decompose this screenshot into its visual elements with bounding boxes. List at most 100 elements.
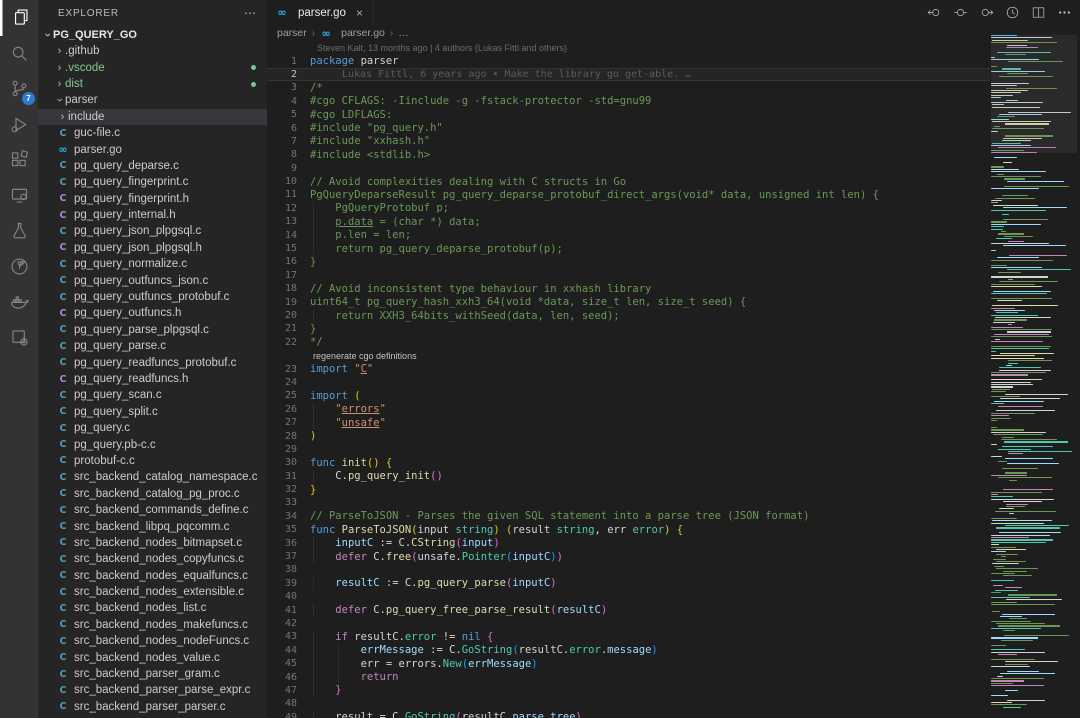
codelens-row[interactable]: regenerate cgo definitions [267,349,990,362]
split-editor-icon[interactable] [1031,5,1046,20]
testing-icon[interactable] [0,213,38,249]
code-line-9[interactable]: 9 [267,162,990,175]
tree-item-protobuf-c-c[interactable]: Cprotobuf-c.c [38,453,267,469]
code-line-19[interactable]: 19uint64_t pg_query_hash_xxh3_64(void *d… [267,295,990,308]
code-line-48[interactable]: 48 [267,697,990,710]
tree-item-src-backend-nodes-nodefuncs-c[interactable]: Csrc_backend_nodes_nodeFuncs.c [38,633,267,649]
extensions-icon[interactable] [0,142,38,178]
code-line-8[interactable]: 8#include <stdlib.h> [267,148,990,161]
code-line-33[interactable]: 33 [267,496,990,509]
minimap[interactable] [991,35,1077,718]
open-changes-icon[interactable] [953,5,968,20]
tree-item-src-backend-nodes-copyfuncs-c[interactable]: Csrc_backend_nodes_copyfuncs.c [38,551,267,567]
breadcrumb-symbol[interactable]: … [398,27,409,39]
breadcrumb-parser-go[interactable]: ∞ parser.go [320,27,385,40]
code-line-30[interactable]: 30func init() { [267,456,990,469]
dev-containers-icon[interactable] [0,320,38,356]
tree-item-pg-query-readfuncs-h[interactable]: Cpg_query_readfuncs.h [38,371,267,387]
code-line-7[interactable]: 7#include "xxhash.h" [267,135,990,148]
tree-item-src-backend-libpq-pqcomm-c[interactable]: Csrc_backend_libpq_pqcomm.c [38,518,267,534]
code-line-34[interactable]: 34// ParseToJSON - Parses the given SQL … [267,510,990,523]
code-line-11[interactable]: 11PgQueryDeparseResult pg_query_deparse_… [267,188,990,201]
codelens-link[interactable]: regenerate cgo definitions [313,351,417,361]
code-line-36[interactable]: 36 inputC := C.CString(input) [267,536,990,549]
run-and-debug-icon[interactable] [0,107,38,143]
tree-item-include[interactable]: ›include [38,109,267,125]
code-line-16[interactable]: 16} [267,255,990,268]
code-line-22[interactable]: 22*/ [267,336,990,349]
code-line-26[interactable]: 26 "errors" [267,403,990,416]
code-line-31[interactable]: 31 C.pg_query_init() [267,470,990,483]
tree-item-src-backend-nodes-value-c[interactable]: Csrc_backend_nodes_value.c [38,649,267,665]
code-line-27[interactable]: 27 "unsafe" [267,416,990,429]
code-line-29[interactable]: 29 [267,443,990,456]
code-line-6[interactable]: 6#include "pg_query.h" [267,121,990,134]
code-line-12[interactable]: 12 PgQueryProtobuf p; [267,202,990,215]
code-line-23[interactable]: 23import "C" [267,362,990,375]
docker-icon[interactable] [0,284,38,320]
tree-item-pg-query-scan-c[interactable]: Cpg_query_scan.c [38,387,267,403]
code-line-47[interactable]: 47 } [267,684,990,697]
tree-item-pg-query-c[interactable]: Cpg_query.c [38,420,267,436]
code-line-39[interactable]: 39 resultC := C.pg_query_parse(inputC) [267,577,990,590]
tree-item-src-backend-parser-gram-c[interactable]: Csrc_backend_parser_gram.c [38,666,267,682]
tree-item-src-backend-parser-parse-expr-c[interactable]: Csrc_backend_parser_parse_expr.c [38,682,267,698]
code-line-21[interactable]: 21} [267,322,990,335]
breadcrumb-parser[interactable]: parser [277,27,307,39]
code-line-15[interactable]: 15 return pg_query_deparse_protobuf(p); [267,242,990,255]
tree-item-pg-query-internal-h[interactable]: Cpg_query_internal.h [38,207,267,223]
code-line-45[interactable]: 45 err = errors.New(errMessage) [267,657,990,670]
explorer-more-actions-icon[interactable]: ⋯ [244,6,257,20]
tree-item-pg-query-pb-c-c[interactable]: Cpg_query.pb-c.c [38,436,267,452]
file-history-icon[interactable] [1005,5,1020,20]
code-editor[interactable]: Steven Kalt, 13 months ago | 4 authors (… [267,41,990,718]
tree-item-src-backend-catalog-namespace-c[interactable]: Csrc_backend_catalog_namespace.c [38,469,267,485]
code-line-49[interactable]: 49 result = C.GoString(resultC.parse_tre… [267,711,990,718]
tree-item-src-backend-nodes-equalfuncs-c[interactable]: Csrc_backend_nodes_equalfuncs.c [38,568,267,584]
minimap-slider[interactable] [991,35,1077,153]
tree-item-pg-query-outfuncs-protobuf-c[interactable]: Cpg_query_outfuncs_protobuf.c [38,289,267,305]
code-line-18[interactable]: 18// Avoid inconsistent type behaviour i… [267,282,990,295]
tree-item-src-backend-parser-parser-c[interactable]: Csrc_backend_parser_parser.c [38,699,267,715]
code-line-10[interactable]: 10// Avoid complexities dealing with C s… [267,175,990,188]
tree-item-src-backend-nodes-bitmapset-c[interactable]: Csrc_backend_nodes_bitmapset.c [38,535,267,551]
open-changes-previous-icon[interactable] [927,5,942,20]
close-icon[interactable]: × [356,8,363,18]
tree-item-src-backend-nodes-makefuncs-c[interactable]: Csrc_backend_nodes_makefuncs.c [38,617,267,633]
code-line-37[interactable]: 37 defer C.free(unsafe.Pointer(inputC)) [267,550,990,563]
code-line-5[interactable]: 5#cgo LDFLAGS: [267,108,990,121]
tree-item-pg-query-json-plpgsql-c[interactable]: Cpg_query_json_plpgsql.c [38,223,267,239]
code-line-13[interactable]: 13 p.data = (char *) data; [267,215,990,228]
explorer-icon[interactable] [0,0,38,36]
tree-item--github[interactable]: ›.github [38,43,267,59]
tree-item-pg-query-split-c[interactable]: Cpg_query_split.c [38,404,267,420]
tree-item-src-backend-commands-define-c[interactable]: Csrc_backend_commands_define.c [38,502,267,518]
code-line-44[interactable]: 44 errMessage := C.GoString(resultC.erro… [267,644,990,657]
code-line-17[interactable]: 17 [267,269,990,282]
tab-parser-go[interactable]: ∞ parser.go × [267,0,373,25]
code-line-4[interactable]: 4#cgo CFLAGS: -Iinclude -g -fstack-prote… [267,95,990,108]
tree-item--vscode[interactable]: ›.vscode [38,59,267,75]
code-line-24[interactable]: 24 [267,376,990,389]
code-line-2[interactable]: 2Lukas Fittl, 6 years ago • Make the lib… [267,68,990,81]
tree-item-pg-query-deparse-c[interactable]: Cpg_query_deparse.c [38,158,267,174]
code-line-1[interactable]: 1package parser [267,54,990,67]
tree-item-pg-query-normalize-c[interactable]: Cpg_query_normalize.c [38,256,267,272]
tree-item-pg-query-fingerprint-h[interactable]: Cpg_query_fingerprint.h [38,191,267,207]
code-line-28[interactable]: 28) [267,429,990,442]
code-line-20[interactable]: 20 return XXH3_64bits_withSeed(data, len… [267,309,990,322]
code-line-43[interactable]: 43 if resultC.error != nil { [267,630,990,643]
tree-item-src-backend-nodes-list-c[interactable]: Csrc_backend_nodes_list.c [38,600,267,616]
tree-item-pg-query-outfuncs-h[interactable]: Cpg_query_outfuncs.h [38,305,267,321]
tree-item-pg-query-json-plpgsql-h[interactable]: Cpg_query_json_plpgsql.h [38,240,267,256]
code-line-41[interactable]: 41 defer C.pg_query_free_parse_result(re… [267,603,990,616]
code-line-38[interactable]: 38 [267,563,990,576]
code-line-42[interactable]: 42 [267,617,990,630]
tree-item-pg-query-parse-c[interactable]: Cpg_query_parse.c [38,338,267,354]
gitlens-icon[interactable] [0,249,38,285]
code-line-14[interactable]: 14 p.len = len; [267,228,990,241]
code-line-35[interactable]: 35func ParseToJSON(input string) (result… [267,523,990,536]
tree-item-dist[interactable]: ›dist [38,76,267,92]
code-line-25[interactable]: 25import ( [267,389,990,402]
tree-item-parser-go[interactable]: ∞parser.go [38,141,267,157]
